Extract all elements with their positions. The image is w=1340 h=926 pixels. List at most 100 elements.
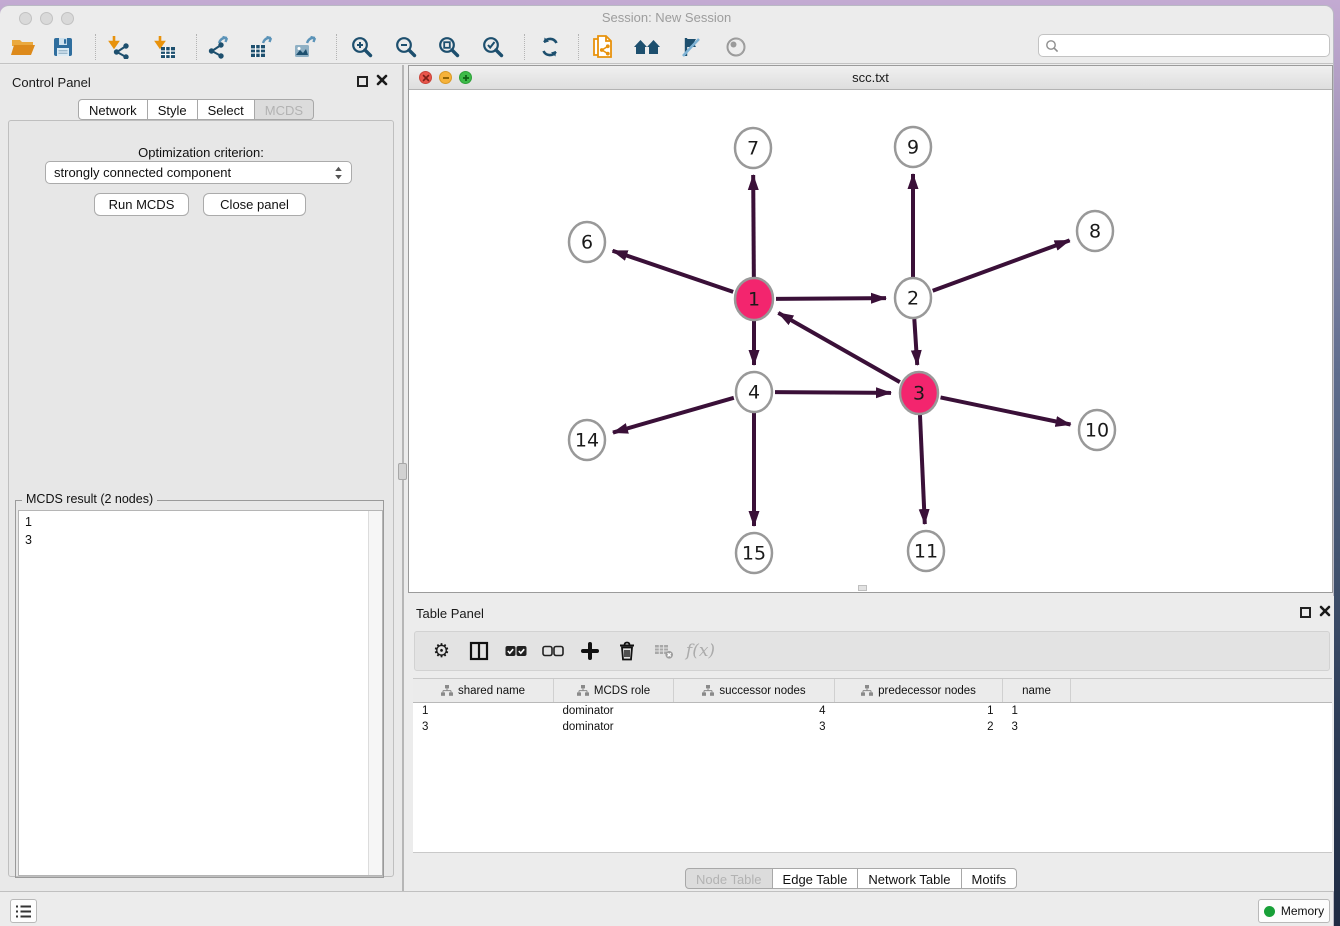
mcds-result-values: 1 3: [25, 513, 364, 549]
column-tree-icon: [577, 685, 589, 696]
table-cell[interactable]: dominator: [554, 719, 674, 735]
table-panel-title: Table Panel: [416, 606, 484, 621]
export-table-button[interactable]: [247, 33, 277, 61]
delete-column-button[interactable]: [608, 636, 645, 666]
column-header-label: shared name: [458, 685, 525, 697]
graph-edge-3-11[interactable]: [920, 415, 925, 524]
zoom-in-button[interactable]: [347, 33, 377, 61]
search-field[interactable]: [1038, 34, 1330, 57]
tab-node-table[interactable]: Node Table: [685, 868, 773, 889]
result-scrollbar[interactable]: [368, 511, 382, 875]
column-header-predecessor-nodes[interactable]: predecessor nodes: [835, 679, 1003, 703]
optimization-criterion-dropdown[interactable]: strongly connected component: [45, 161, 352, 184]
graph-node-label: 1: [748, 289, 760, 311]
graph-edge-3-1[interactable]: [778, 313, 900, 382]
refresh-view-button[interactable]: [535, 33, 565, 61]
table-cell[interactable]: dominator: [554, 703, 674, 720]
plus-icon: [581, 642, 599, 660]
export-image-button[interactable]: [291, 33, 321, 61]
home-button[interactable]: [632, 33, 662, 61]
status-bar: Memory: [0, 891, 1333, 926]
list-icon: [15, 904, 32, 919]
tab-network[interactable]: Network: [78, 99, 148, 120]
table-cell[interactable]: 1: [1003, 703, 1071, 720]
graph-edge-4-14[interactable]: [613, 398, 734, 433]
table-cell[interactable]: 1: [835, 703, 1003, 720]
task-history-button[interactable]: [10, 899, 37, 923]
graph-edge-3-10[interactable]: [941, 397, 1071, 424]
table-cell[interactable]: 1: [413, 703, 554, 720]
column-header-shared-name[interactable]: shared name: [413, 679, 554, 703]
tab-motifs[interactable]: Motifs: [962, 868, 1018, 889]
export-network-button[interactable]: [204, 33, 234, 61]
columns-icon: [469, 641, 489, 661]
graph-edge-1-6[interactable]: [613, 251, 734, 292]
hide-graphics-details-button[interactable]: [676, 33, 706, 61]
run-mcds-button[interactable]: Run MCDS: [94, 193, 189, 216]
float-panel-icon[interactable]: [357, 76, 368, 87]
zoom-out-icon: [394, 35, 418, 59]
close-panel-icon[interactable]: [375, 73, 389, 87]
table-close-panel-icon[interactable]: [1318, 604, 1332, 618]
control-panel-title: Control Panel: [12, 75, 91, 90]
node-table-header[interactable]: shared name MCDS rolesuccessor nodesprede…: [413, 679, 1332, 703]
graph-edge-2-3[interactable]: [914, 319, 917, 365]
graph-node-label: 14: [575, 430, 599, 452]
canvas-resize-handle[interactable]: [858, 585, 867, 591]
column-header-MCDS-role[interactable]: MCDS role: [554, 679, 674, 703]
import-table-button[interactable]: [150, 33, 180, 61]
zoom-traffic-light[interactable]: [61, 12, 74, 25]
close-traffic-light[interactable]: [19, 12, 32, 25]
graph-edge-1-7[interactable]: [753, 175, 754, 277]
table-cell[interactable]: 3: [674, 719, 835, 735]
import-network-button[interactable]: [104, 33, 134, 61]
search-input[interactable]: [1059, 38, 1323, 54]
select-all-columns-button[interactable]: [497, 636, 534, 666]
share-session-file-button[interactable]: [588, 33, 618, 61]
network-minimize-icon[interactable]: [439, 71, 452, 84]
node-table-body[interactable]: 1dominator4113dominator323: [413, 703, 1332, 736]
table-float-panel-icon[interactable]: [1300, 607, 1311, 618]
close-panel-button[interactable]: Close panel: [203, 193, 306, 216]
minimize-traffic-light[interactable]: [40, 12, 53, 25]
tab-style[interactable]: Style: [148, 99, 198, 120]
memory-status-dot: [1264, 906, 1275, 917]
table-settings-button[interactable]: ⚙: [423, 636, 460, 666]
tab-edge-table[interactable]: Edge Table: [773, 868, 859, 889]
table-cell[interactable]: 2: [835, 719, 1003, 735]
table-cell[interactable]: 3: [413, 719, 554, 735]
flag-slash-icon: [679, 35, 703, 59]
table-cell[interactable]: 4: [674, 703, 835, 720]
add-column-button[interactable]: [571, 636, 608, 666]
graph-node-label: 4: [748, 382, 760, 404]
table-row[interactable]: 3dominator323: [413, 719, 1332, 735]
toggle-columns-button[interactable]: [460, 636, 497, 666]
table-row[interactable]: 1dominator411: [413, 703, 1332, 720]
graph-edge-1-2[interactable]: [776, 298, 886, 299]
graph-edge-4-3[interactable]: [775, 392, 891, 393]
graph-node-label: 11: [914, 541, 938, 563]
tab-select[interactable]: Select: [198, 99, 255, 120]
tab-mcds[interactable]: MCDS: [255, 99, 314, 120]
zoom-out-button[interactable]: [391, 33, 421, 61]
column-header-successor-nodes[interactable]: successor nodes: [674, 679, 835, 703]
column-header-name[interactable]: name: [1003, 679, 1071, 703]
divider-handle[interactable]: [398, 463, 407, 480]
network-close-icon[interactable]: [419, 71, 432, 84]
show-graphics-details-button[interactable]: [721, 33, 751, 61]
save-session-button[interactable]: [48, 33, 78, 61]
graph-node-label: 10: [1085, 420, 1109, 442]
table-cell[interactable]: 3: [1003, 719, 1071, 735]
memory-button[interactable]: Memory: [1258, 899, 1330, 923]
deselect-all-columns-button[interactable]: [534, 636, 571, 666]
zoom-fit-button[interactable]: [434, 33, 464, 61]
control-panel-tabs: Network Style Select MCDS: [78, 99, 314, 120]
network-maximize-icon[interactable]: [459, 71, 472, 84]
zoom-selected-button[interactable]: [478, 33, 508, 61]
tab-network-table[interactable]: Network Table: [858, 868, 961, 889]
graph-edge-2-8[interactable]: [933, 240, 1070, 290]
open-file-button[interactable]: [8, 33, 38, 61]
network-canvas[interactable]: 7968124314101511: [409, 90, 1332, 592]
unchecked-checkboxes-icon: [542, 645, 564, 657]
optimization-criterion-label: Optimization criterion:: [0, 145, 402, 160]
